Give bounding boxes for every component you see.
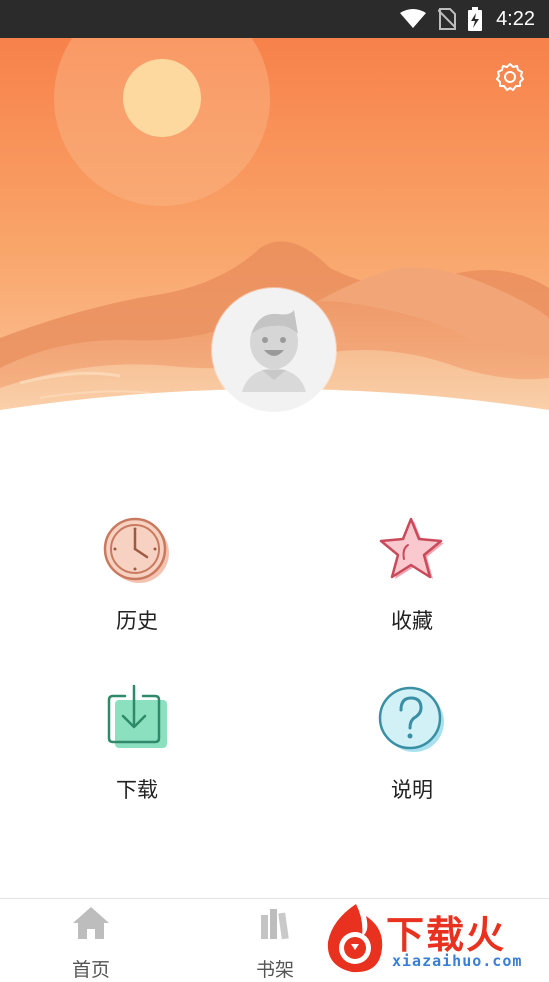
menu-item-help[interactable]: 说明 <box>312 684 512 804</box>
status-time: 4:22 <box>496 7 535 30</box>
tab-label-bookshelf: 书架 <box>255 959 294 981</box>
flame-logo-icon <box>327 904 383 973</box>
gear-icon[interactable] <box>495 62 525 92</box>
watermark-logo: 下载火 xiazaihuo.com <box>322 898 549 976</box>
home-icon <box>73 907 109 939</box>
status-icons: 4:22 <box>388 6 535 32</box>
menu-label-history: 历史 <box>116 609 158 633</box>
menu-label-help: 说明 <box>391 778 433 802</box>
tab-label-home: 首页 <box>71 959 110 981</box>
clock-icon <box>103 517 169 583</box>
menu-item-history[interactable]: 历史 <box>37 515 237 635</box>
tab-home[interactable]: 首页 <box>36 899 146 981</box>
menu-item-favorites[interactable]: 收藏 <box>312 515 512 635</box>
help-icon <box>378 686 444 752</box>
watermark-url: xiazaihuo.com <box>392 952 523 970</box>
status-bar: 4:22 <box>0 0 549 38</box>
no-sim-icon <box>438 8 457 30</box>
menu-item-downloads[interactable]: 下载 <box>37 684 237 804</box>
avatar[interactable] <box>212 288 336 412</box>
tab-bookshelf[interactable]: 书架 <box>220 899 330 981</box>
watermark-text: 下载火 <box>386 913 507 957</box>
menu-label-favorites: 收藏 <box>391 609 433 633</box>
battery-charging-icon <box>468 7 483 31</box>
download-icon <box>107 684 167 748</box>
menu-label-downloads: 下载 <box>116 778 158 802</box>
bookshelf-icon <box>261 909 289 940</box>
default-avatar-icon <box>242 310 306 392</box>
wifi-icon <box>400 9 427 28</box>
star-icon <box>379 517 444 579</box>
